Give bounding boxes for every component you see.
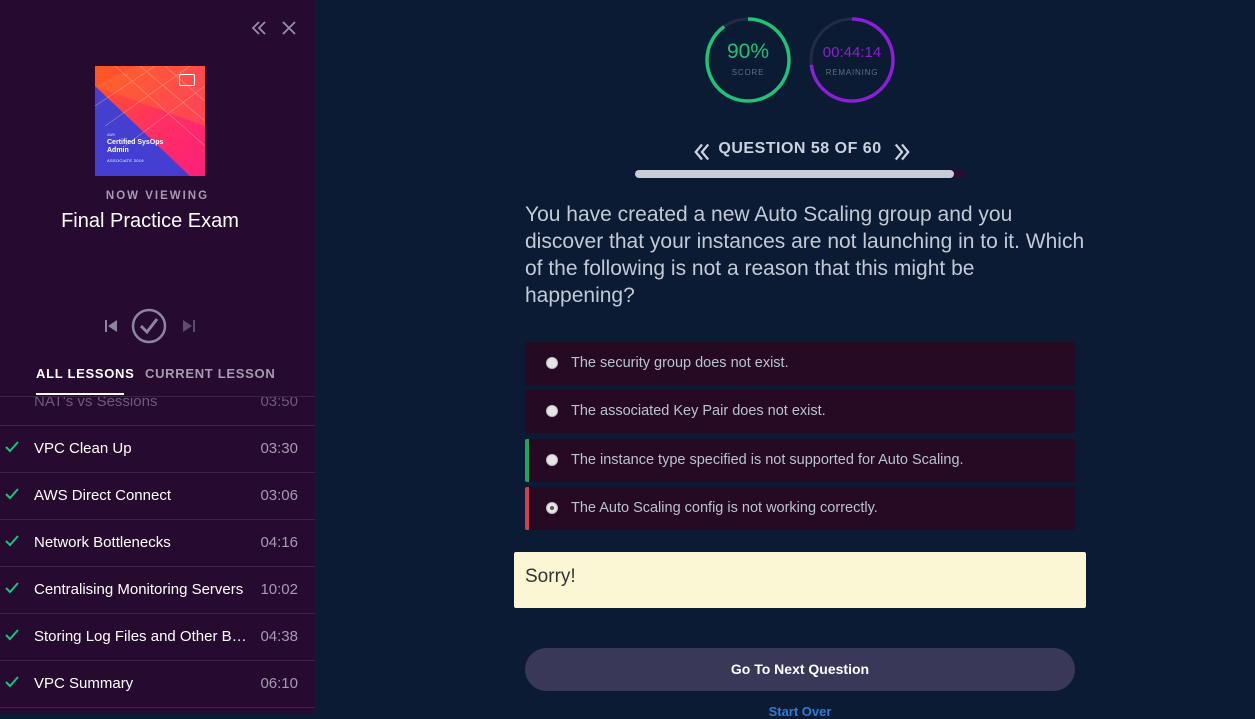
lesson-duration: 06:10 [260, 675, 298, 692]
answer-text: The security group does not exist. [571, 355, 789, 371]
score-value: 90% [726, 40, 770, 63]
lesson-duration: 03:06 [260, 487, 298, 504]
collapse-sidebar-button[interactable] [246, 15, 272, 41]
lesson-name: VPC Summary [34, 675, 134, 692]
answer-text: The instance type specified is not suppo… [571, 452, 964, 468]
now-viewing-label: NOW VIEWING [105, 190, 210, 202]
lesson-list: NAT's vs Sessions 03:50 VPC Clean Up 03:3… [0, 396, 315, 714]
list-item-partial[interactable]: NAT's vs Sessions 03:50 [0, 396, 315, 426]
completed-check-icon [5, 488, 19, 500]
question-progress-bar [635, 170, 965, 178]
list-item[interactable]: Storing Log Files and Other Ba... 04:38 [0, 614, 315, 661]
answer-option[interactable]: The Auto Scaling config is not working c… [525, 487, 1075, 530]
answer-option[interactable]: The associated Key Pair does not exist. [525, 390, 1075, 433]
list-item[interactable]: Centralising Monitoring Servers 10:02 [0, 567, 315, 614]
completed-check-icon [5, 629, 19, 641]
tab-all-lessons[interactable]: ALL LESSONS [36, 366, 134, 381]
next-lesson-icon[interactable] [181, 319, 197, 333]
player-controls [0, 308, 300, 344]
mark-complete-icon[interactable] [131, 308, 167, 344]
completed-check-icon [5, 535, 19, 547]
time-remaining-value: 00:44:14 [822, 44, 882, 61]
lesson-name: VPC Clean Up [34, 440, 132, 457]
timer-indicator: 00:44:14 REMAINING [808, 16, 896, 104]
answer-radio[interactable] [546, 502, 558, 514]
logo-badge-icon [179, 74, 195, 86]
answer-option[interactable]: The instance type specified is not suppo… [525, 439, 1075, 482]
feedback-text: Sorry! [525, 566, 576, 587]
lesson-name: NAT's vs Sessions [34, 396, 158, 410]
score-label: SCORE [731, 68, 765, 77]
answer-text: The associated Key Pair does not exist. [571, 403, 826, 419]
list-item[interactable]: VPC Summary 06:10 [0, 661, 315, 708]
incorrect-indicator [525, 487, 529, 530]
previous-lesson-icon[interactable] [103, 319, 119, 333]
answer-radio[interactable] [546, 454, 558, 466]
question-navigation: QUESTION 58 OF 60 [635, 140, 965, 162]
double-chevron-left-icon [251, 21, 266, 35]
next-question-icon[interactable] [893, 142, 911, 162]
question-progress-fill [635, 170, 955, 178]
answer-radio[interactable] [546, 357, 558, 369]
time-remaining-label: REMAINING [825, 68, 879, 77]
lesson-duration: 10:02 [260, 581, 298, 598]
feedback-box: Sorry! [514, 552, 1086, 608]
lesson-name: AWS Direct Connect [34, 487, 171, 504]
lesson-name: Centralising Monitoring Servers [34, 581, 244, 598]
list-item[interactable]: AWS Direct Connect 03:06 [0, 473, 315, 520]
lesson-name: Storing Log Files and Other Ba... [34, 628, 252, 645]
lesson-duration: 03:30 [260, 440, 298, 457]
next-question-button[interactable]: Go To Next Question [525, 648, 1075, 691]
cover-title: Certified SysOps Admin [107, 139, 164, 154]
answer-radio[interactable] [546, 405, 558, 417]
question-text: You have created a new Auto Scaling grou… [525, 203, 1085, 307]
sidebar: AWS Certified SysOps Admin ASSOCIATE 201… [0, 0, 315, 714]
lesson-title: Final Practice Exam [61, 210, 239, 232]
active-tab-underline [36, 393, 124, 395]
lesson-name: Network Bottlenecks [34, 534, 171, 551]
course-cover-image: AWS Certified SysOps Admin ASSOCIATE 201… [95, 66, 205, 176]
list-item[interactable]: VPC Clean Up 03:30 [0, 426, 315, 473]
answer-text: The Auto Scaling config is not working c… [571, 500, 878, 516]
start-over-link[interactable]: Start Over [700, 704, 900, 719]
tab-current-lesson[interactable]: CURRENT LESSON [145, 366, 275, 381]
correct-indicator [525, 439, 529, 482]
lesson-duration: 04:38 [260, 628, 298, 645]
score-indicator: 90% SCORE [704, 16, 792, 104]
cover-subtitle: ASSOCIATE 2019 [107, 158, 144, 163]
lesson-duration: 04:16 [260, 534, 298, 551]
close-icon [282, 21, 296, 35]
question-counter: QUESTION 58 OF 60 [718, 140, 882, 157]
close-button[interactable] [276, 15, 302, 41]
lesson-duration: 03:50 [260, 396, 298, 410]
cover-provider-text: AWS [107, 133, 115, 137]
completed-check-icon [5, 582, 19, 594]
completed-check-icon [5, 676, 19, 688]
completed-check-icon [5, 441, 19, 453]
answer-option[interactable]: The security group does not exist. [525, 342, 1075, 385]
list-item[interactable]: Network Bottlenecks 04:16 [0, 520, 315, 567]
